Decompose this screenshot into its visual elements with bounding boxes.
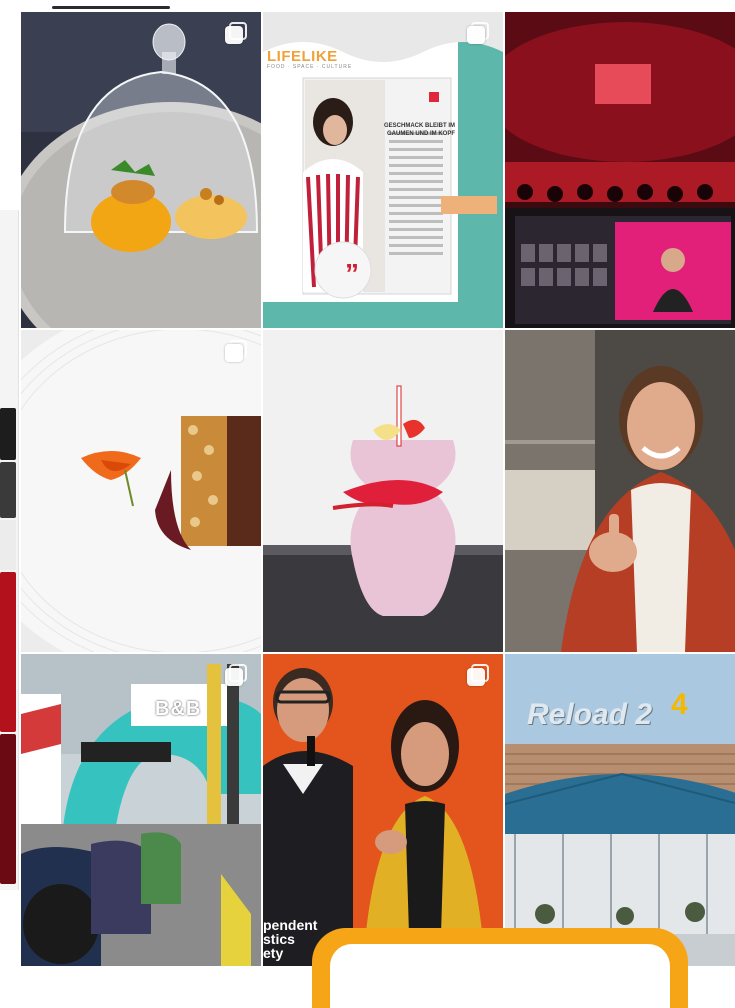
- post-image: [263, 330, 503, 652]
- post-tile-portrait[interactable]: [505, 330, 735, 652]
- post-grid: LIFELIKE FOOD · SPACE · CULTURE GESCHMAC…: [21, 12, 735, 966]
- post-tile-dish[interactable]: [21, 330, 261, 652]
- post-tile-magazine[interactable]: LIFELIKE FOOD · SPACE · CULTURE GESCHMAC…: [263, 12, 503, 328]
- multiple-images-icon: [225, 664, 247, 690]
- post-image: [21, 330, 261, 652]
- background-thumb: [0, 520, 16, 570]
- restaurant-sign: Reload 2: [527, 698, 653, 731]
- sign-bolt: 4: [671, 688, 688, 721]
- multiple-images-icon: [225, 22, 247, 48]
- post-tile-dessert[interactable]: [21, 12, 261, 328]
- background-thumb: [0, 462, 16, 518]
- article-heading: GESCHMACK BLEIBT IM GAUMEN UND IM KOPF: [384, 123, 455, 137]
- post-tile-panel[interactable]: pendent stics ety: [263, 654, 503, 966]
- multiple-images-icon: [467, 664, 489, 690]
- magazine-tagline: FOOD · SPACE · CULTURE: [267, 64, 353, 70]
- multiple-images-icon: [225, 340, 247, 366]
- bottom-sheet[interactable]: [312, 928, 688, 1008]
- quote-mark: ”: [345, 258, 359, 289]
- post-image: [21, 654, 261, 966]
- background-thumb: [0, 734, 16, 884]
- multiple-images-icon: [467, 22, 489, 48]
- post-tile-event[interactable]: [505, 12, 735, 328]
- post-image: [505, 330, 735, 652]
- background-thumb: [0, 572, 16, 732]
- magazine-title: LIFELIKE: [267, 48, 338, 65]
- post-tile-car-event[interactable]: B&B: [21, 654, 261, 966]
- post-image: [505, 12, 735, 328]
- bottom-sheet-content: [330, 944, 670, 1008]
- post-tile-terrace[interactable]: Reload 2 4: [505, 654, 735, 966]
- stage-text: pendent stics ety: [263, 917, 318, 961]
- tab-indicator: [52, 6, 170, 9]
- post-image: [21, 12, 261, 328]
- banner-text: B&B: [155, 698, 202, 720]
- post-tile-smoothie[interactable]: [263, 330, 503, 652]
- background-thumb: [0, 408, 16, 460]
